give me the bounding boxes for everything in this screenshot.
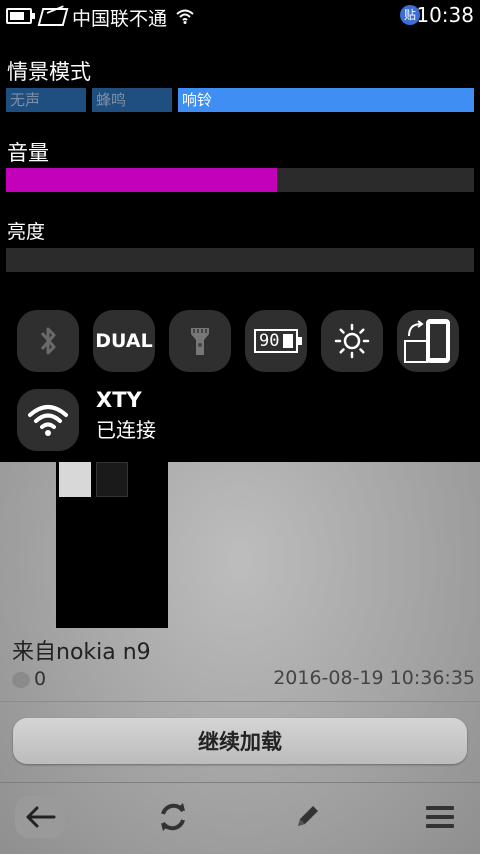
brightness-slider[interactable]: [6, 248, 474, 272]
auto-brightness-toggle[interactable]: [321, 310, 383, 372]
brightness-icon: [334, 323, 370, 359]
menu-button[interactable]: [414, 794, 466, 840]
load-more-button[interactable]: 继续加载: [13, 718, 467, 764]
divider: [0, 701, 480, 702]
flashlight-toggle[interactable]: [169, 310, 231, 372]
carrier-name: 中国联不通: [72, 8, 168, 30]
wifi-signal-icon: [176, 9, 194, 24]
dual-sim-toggle[interactable]: DUAL: [93, 310, 155, 372]
battery-percent-icon: 90: [254, 329, 302, 353]
battery-icon: [6, 8, 35, 24]
profile-title: 情景模式: [7, 60, 91, 84]
back-button[interactable]: [14, 794, 66, 840]
flashlight-icon: [191, 328, 209, 355]
sim-icon: [37, 8, 69, 26]
volume-slider-fill: [6, 168, 278, 192]
edit-icon: [298, 806, 318, 826]
comment-icon: [12, 672, 30, 688]
refresh-button[interactable]: [147, 794, 199, 840]
battery-saver-toggle[interactable]: 90: [245, 310, 307, 372]
profile-option-beep[interactable]: 蜂鸣: [92, 88, 172, 112]
post-timestamp: 2016-08-19 10:36:35: [273, 667, 475, 689]
refresh-icon: [161, 803, 185, 831]
clock: 10:38: [416, 3, 474, 27]
volume-slider[interactable]: [6, 168, 474, 192]
menu-icon: [426, 806, 454, 828]
post-thumbnail[interactable]: [96, 462, 128, 497]
wifi-toggle[interactable]: [17, 389, 79, 451]
wifi-network-name: XTY: [96, 388, 142, 412]
comment-count: 0: [34, 668, 47, 690]
profile-option-ring[interactable]: 响铃: [178, 88, 474, 112]
profile-option-silent[interactable]: 无声: [6, 88, 86, 112]
dual-sim-icon: DUAL: [95, 330, 153, 352]
post-thumbnail[interactable]: [59, 462, 91, 497]
post-title[interactable]: 来自nokia n9: [12, 634, 151, 666]
bluetooth-icon: [40, 327, 56, 355]
wifi-connection-status: 已连接: [96, 418, 156, 442]
toolbar-divider: [0, 782, 480, 783]
volume-title: 音量: [7, 141, 49, 165]
wifi-icon: [28, 405, 68, 436]
back-icon: [26, 806, 56, 828]
auto-rotate-toggle[interactable]: [397, 310, 459, 372]
status-bar: 中国联不通 贴 10:38: [0, 0, 480, 32]
compose-button[interactable]: [281, 794, 333, 840]
brightness-title: 亮度: [7, 221, 46, 243]
rotate-screen-icon: [404, 319, 450, 363]
bluetooth-toggle[interactable]: [17, 310, 79, 372]
battery-percent-label: 90: [259, 331, 280, 351]
